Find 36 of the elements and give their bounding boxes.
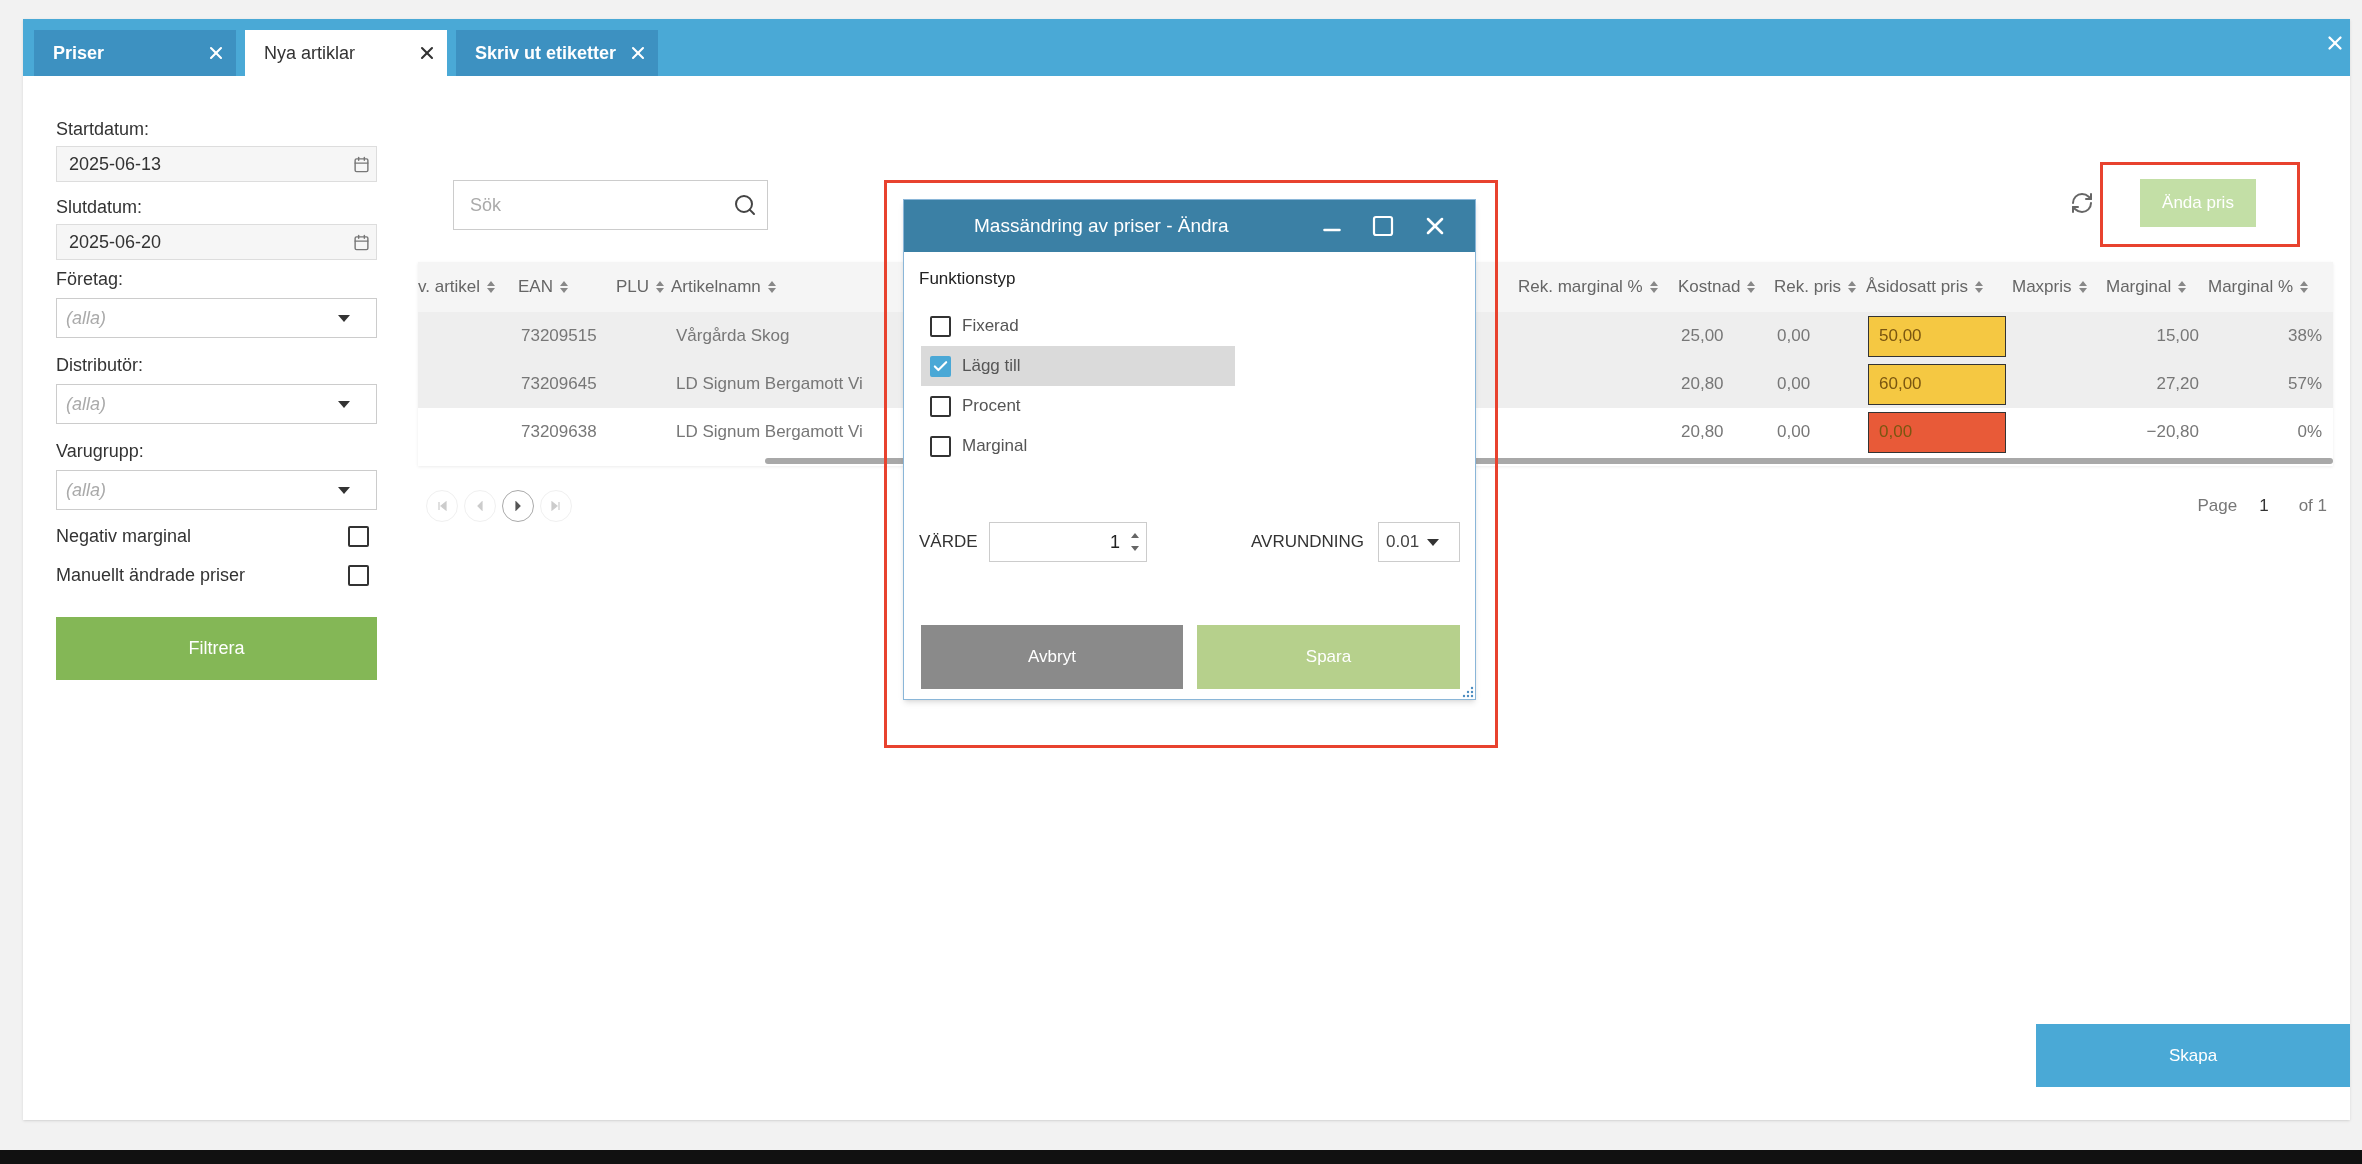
checkbox-label: Manuellt ändrade priser: [56, 563, 246, 587]
option-label: Procent: [962, 395, 1021, 418]
page-number: 1: [2259, 495, 2269, 518]
value-label: VÄRDE: [919, 531, 979, 554]
table-cell-text: LD Signum Bergamott Vi: [675, 421, 863, 444]
table-cell-text: 73209645: [520, 373, 597, 396]
rounding-label: AVRUNDNING: [1250, 531, 1364, 554]
table-cell-text: 15,00: [2156, 325, 2200, 348]
table-cell-text: 20,80: [1680, 421, 1724, 444]
page-total: of 1: [2298, 495, 2327, 518]
table-cell-text: LD Signum Bergamott Vi: [675, 373, 863, 396]
option-label: Lägg till: [962, 355, 1021, 378]
option-label: Fixerad: [962, 315, 1019, 338]
table-cell-text: 25,00: [1680, 325, 1724, 348]
table-cell-text: 0,00: [1776, 373, 1811, 396]
table-cell-text: 73209638: [520, 421, 597, 444]
option-label: Marginal: [962, 435, 1028, 458]
table-cell-text: 27,20: [2156, 373, 2200, 396]
field-label: Företag:: [56, 268, 125, 290]
field-label: Varugrupp:: [56, 440, 145, 462]
table-cell-text: Vårgårda Skog: [675, 325, 790, 348]
table-cell-text: −20,80: [2146, 421, 2200, 444]
page-label: Page: [2197, 495, 2238, 518]
field-label: Slutdatum:: [56, 196, 144, 218]
table-cell-text: 38%: [2287, 325, 2323, 348]
section-label: Funktionstyp: [919, 269, 1017, 289]
field-label: Distributör:: [56, 354, 145, 376]
table-cell-text: 20,80: [1680, 373, 1724, 396]
table-cell-text: 57%: [2287, 373, 2323, 396]
table-cell-text: 0,00: [1776, 325, 1811, 348]
field-label: Startdatum:: [56, 118, 151, 140]
table-cell-text: 0,00: [1776, 421, 1811, 444]
table-cell-text: 0%: [2297, 421, 2323, 444]
checkbox-label: Negativ marginal: [56, 524, 192, 548]
table-cell-text: 73209515: [520, 325, 597, 348]
dialog-title: Massändring av priser - Ändra: [974, 213, 1229, 238]
